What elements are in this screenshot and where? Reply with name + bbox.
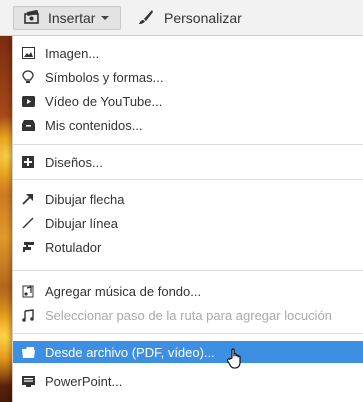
presentation-icon — [21, 374, 35, 388]
menu-item-path-voiceover[interactable]: Seleccionar paso de la ruta para agregar… — [13, 304, 363, 326]
menu-item-label: Símbolos y formas... — [45, 69, 164, 85]
arrow-icon — [21, 192, 35, 206]
image-icon — [21, 46, 35, 60]
menu-item-label: Dibujar línea — [45, 215, 118, 231]
menu-item-background-music[interactable]: Agregar música de fondo... — [13, 280, 363, 302]
folder-icon — [21, 345, 35, 359]
menu-item-from-file[interactable]: Desde archivo (PDF, vídeo)... — [13, 341, 363, 363]
menu-item-draw-line[interactable]: Dibujar línea — [13, 212, 363, 234]
marker-icon — [21, 240, 35, 254]
menu-item-powerpoint[interactable]: PowerPoint... — [13, 370, 363, 392]
music-note-disabled-icon — [21, 308, 35, 322]
inbox-icon — [21, 118, 35, 132]
menu-item-marker[interactable]: Rotulador — [13, 236, 363, 258]
insert-label: Insertar — [48, 10, 96, 26]
top-toolbar: Insertar Personalizar — [0, 0, 363, 36]
menu-item-draw-arrow[interactable]: Dibujar flecha — [13, 188, 363, 210]
menu-item-label: Mis contenidos... — [45, 117, 143, 133]
lightbulb-icon — [21, 70, 35, 84]
youtube-play-icon — [21, 94, 35, 108]
menu-item-image[interactable]: Imagen... — [13, 42, 363, 64]
menu-item-label: Agregar música de fondo... — [45, 283, 202, 299]
menu-item-layouts[interactable]: Diseños... — [13, 151, 363, 173]
insert-icon — [24, 9, 40, 27]
menu-divider — [13, 179, 363, 180]
plus-square-icon — [21, 155, 35, 169]
menu-item-label: Diseños... — [45, 154, 103, 170]
menu-item-label: Rotulador — [45, 239, 102, 255]
menu-item-label: Desde archivo (PDF, vídeo)... — [45, 344, 215, 360]
customize-label: Personalizar — [164, 10, 242, 26]
menu-item-label: Dibujar flecha — [45, 191, 125, 207]
menu-item-symbols-shapes[interactable]: Símbolos y formas... — [13, 66, 363, 88]
menu-item-my-content[interactable]: Mis contenidos... — [13, 114, 363, 136]
customize-button[interactable]: Personalizar — [138, 6, 242, 30]
insert-dropdown-button[interactable]: Insertar — [13, 6, 121, 30]
menu-item-youtube-video[interactable]: Vídeo de YouTube... — [13, 90, 363, 112]
line-icon — [21, 216, 35, 230]
hand-pointer-cursor-icon — [226, 348, 246, 370]
menu-item-label: PowerPoint... — [45, 373, 123, 389]
menu-divider — [13, 144, 363, 145]
insert-dropdown-menu: Imagen... Símbolos y formas... Vídeo de … — [12, 36, 363, 402]
menu-item-label: Imagen... — [45, 45, 100, 61]
menu-divider — [13, 333, 363, 334]
music-note-icon — [21, 284, 35, 298]
menu-divider — [13, 270, 363, 271]
chevron-down-icon — [101, 16, 110, 20]
menu-item-label: Seleccionar paso de la ruta para agregar… — [45, 307, 332, 323]
menu-item-label: Vídeo de YouTube... — [45, 93, 163, 109]
brush-icon — [138, 9, 154, 28]
